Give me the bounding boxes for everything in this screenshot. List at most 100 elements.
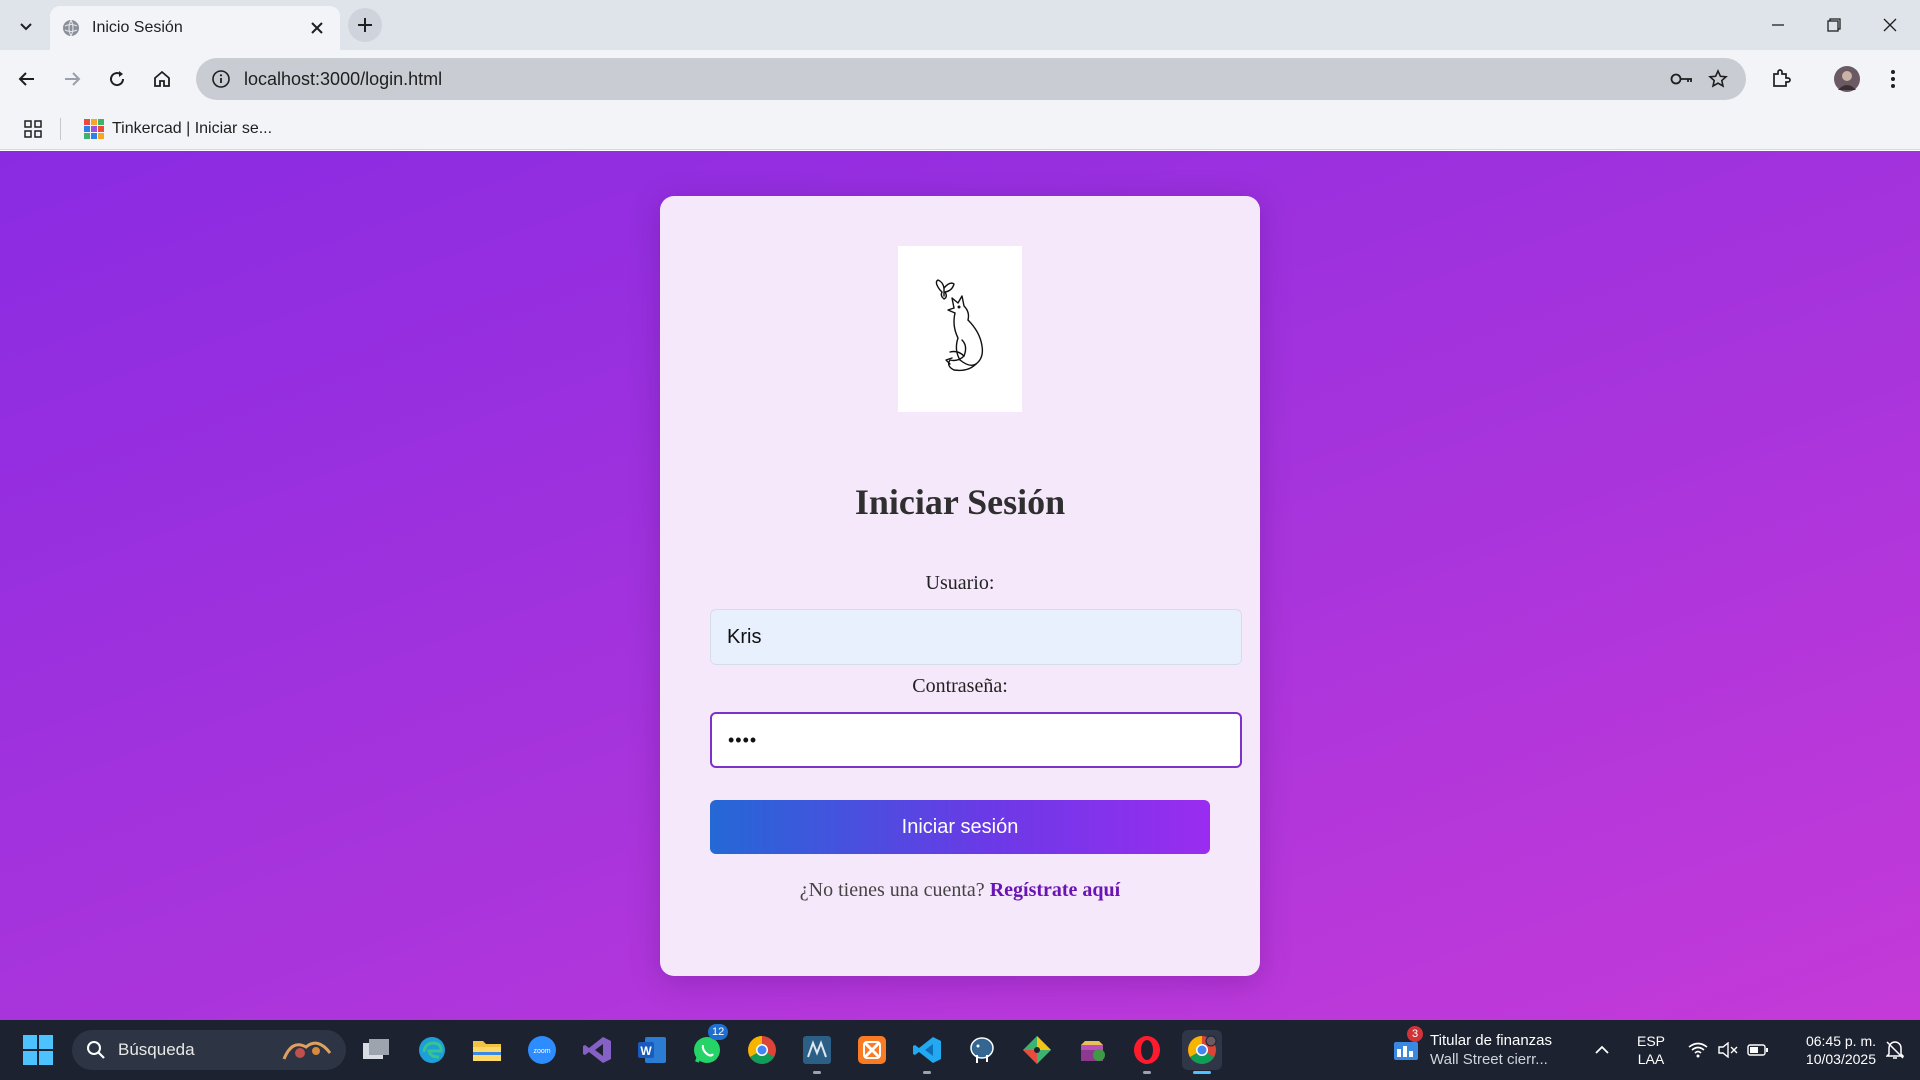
login-heading: Iniciar Sesión [854, 482, 1066, 522]
tab-search-button[interactable] [12, 12, 40, 40]
password-value: •••• [728, 729, 758, 750]
register-prompt: ¿No tienes una cuenta? Regístrate aquí [660, 879, 1260, 902]
start-button[interactable] [22, 1034, 54, 1066]
news-subtitle: Wall Street cierr... [1430, 1051, 1548, 1068]
chrome-icon [748, 1036, 776, 1064]
bookmarks-separator [60, 118, 61, 140]
browser-tab[interactable]: Inicio Sesión [50, 6, 340, 50]
news-widget-text: Titular de finanzas Wall Street cierr... [1430, 1031, 1552, 1069]
notifications-button[interactable] [1880, 1020, 1910, 1080]
login-page-background: Iniciar Sesión Usuario: Kris Contraseña:… [0, 151, 1920, 1020]
edge-icon [419, 1037, 445, 1063]
key-icon [1670, 73, 1692, 85]
login-submit-button[interactable]: Iniciar sesión [710, 800, 1210, 854]
task-view-button[interactable] [356, 1030, 396, 1070]
taskbar-edge[interactable] [412, 1030, 452, 1070]
arrow-right-icon [65, 72, 81, 86]
password-key-button[interactable] [1664, 61, 1700, 97]
login-card: Iniciar Sesión Usuario: Kris Contraseña:… [660, 196, 1260, 976]
svg-text:W: W [640, 1044, 652, 1058]
reload-button[interactable] [100, 62, 134, 96]
running-indicator [813, 1071, 821, 1074]
username-value: Kris [727, 625, 762, 648]
taskbar-search[interactable]: Búsqueda [72, 1030, 346, 1070]
language-indicator[interactable]: ESP LAA [1628, 1032, 1674, 1068]
taskbar-opera[interactable] [1127, 1030, 1167, 1070]
taskbar-word[interactable]: W [632, 1030, 672, 1070]
apps-grid-icon [24, 120, 42, 138]
taskbar-mysql-workbench[interactable] [797, 1030, 837, 1070]
whatsapp-notification-badge: 12 [708, 1024, 729, 1040]
search-highlight-icon [282, 1041, 332, 1060]
info-icon [212, 70, 230, 88]
taskbar-chrome[interactable] [742, 1030, 782, 1070]
clock-time: 06:45 p. m. [1805, 1033, 1876, 1049]
running-indicator [1143, 1071, 1151, 1074]
puzzle-icon [1773, 69, 1791, 87]
wifi-button[interactable] [1684, 1020, 1712, 1080]
taskbar-winrar[interactable] [1072, 1030, 1112, 1070]
username-input[interactable]: Kris [710, 609, 1242, 665]
forward-button[interactable] [55, 62, 89, 96]
close-window-button[interactable] [1862, 0, 1918, 50]
fox-butterfly-icon [935, 279, 984, 372]
browser-menu-button[interactable] [1876, 62, 1910, 96]
taskbar-vscode[interactable] [907, 1030, 947, 1070]
taskbar-zoom[interactable]: zoom [522, 1030, 562, 1070]
back-button[interactable] [10, 62, 44, 96]
minimize-button[interactable] [1750, 0, 1806, 50]
password-input[interactable]: •••• [710, 712, 1242, 768]
search-icon [87, 1041, 105, 1059]
bookmarks-bar: Tinkercad | Iniciar se... [0, 108, 1920, 150]
language-top: ESP [1636, 1033, 1665, 1049]
reload-icon [110, 71, 125, 87]
active-indicator [1193, 1071, 1211, 1074]
taskbar: Búsqueda zoom W 12 Titular de finanzas W… [0, 1020, 1920, 1080]
new-tab-button[interactable] [348, 8, 382, 42]
register-link[interactable]: Regístrate aquí [990, 879, 1121, 901]
taskbar-pgadmin[interactable] [962, 1030, 1002, 1070]
news-notification-badge: 3 [1407, 1026, 1423, 1042]
folder-icon [473, 1041, 501, 1061]
taskbar-file-explorer[interactable] [467, 1030, 507, 1070]
chrome-icon [1188, 1035, 1217, 1064]
clock[interactable]: 06:45 p. m. 10/03/2025 [1776, 1032, 1876, 1068]
show-hidden-icons-button[interactable] [1588, 1020, 1616, 1080]
taskbar-git-tool[interactable] [1017, 1030, 1057, 1070]
vscode-icon [913, 1037, 941, 1063]
address-bar[interactable]: localhost:3000/login.html [196, 58, 1746, 100]
battery-button[interactable] [1744, 1020, 1772, 1080]
bookmark-label: Tinkercad | Iniciar se... [112, 120, 273, 137]
tab-strip: Inicio Sesión [0, 0, 1920, 50]
bookmark-star-button[interactable] [1700, 61, 1736, 97]
home-icon [154, 70, 170, 87]
clock-date: 10/03/2025 [1805, 1051, 1876, 1067]
plus-icon [358, 18, 372, 32]
windows-logo-icon [23, 1035, 53, 1065]
restore-button[interactable] [1806, 0, 1862, 50]
postgresql-icon [970, 1037, 994, 1063]
volume-button[interactable] [1714, 1020, 1742, 1080]
taskbar-visual-studio[interactable] [577, 1030, 617, 1070]
apps-button[interactable] [20, 116, 46, 142]
news-title: Titular de finanzas [1430, 1032, 1553, 1049]
minimize-icon [1772, 24, 1784, 26]
taskbar-chrome-active[interactable] [1182, 1030, 1222, 1070]
chevron-down-icon [20, 23, 32, 31]
tab-title: Inicio Sesión [92, 19, 183, 36]
site-info-button[interactable] [204, 62, 238, 96]
taskbar-xampp[interactable] [852, 1030, 892, 1070]
bookmark-tinkercad[interactable]: Tinkercad | Iniciar se... [78, 114, 278, 144]
battery-icon [1747, 1044, 1768, 1056]
word-icon: W [638, 1037, 666, 1063]
zoom-icon: zoom [528, 1036, 556, 1064]
archive-icon [1081, 1041, 1105, 1061]
home-button[interactable] [145, 62, 179, 96]
notification-bell-icon [1886, 1041, 1904, 1059]
tinkercad-icon [84, 119, 104, 139]
opera-icon [1134, 1036, 1160, 1064]
tab-close-button[interactable] [306, 17, 328, 39]
close-icon [1883, 18, 1897, 32]
profile-avatar-button[interactable] [1830, 62, 1864, 96]
extensions-button[interactable] [1764, 62, 1798, 96]
